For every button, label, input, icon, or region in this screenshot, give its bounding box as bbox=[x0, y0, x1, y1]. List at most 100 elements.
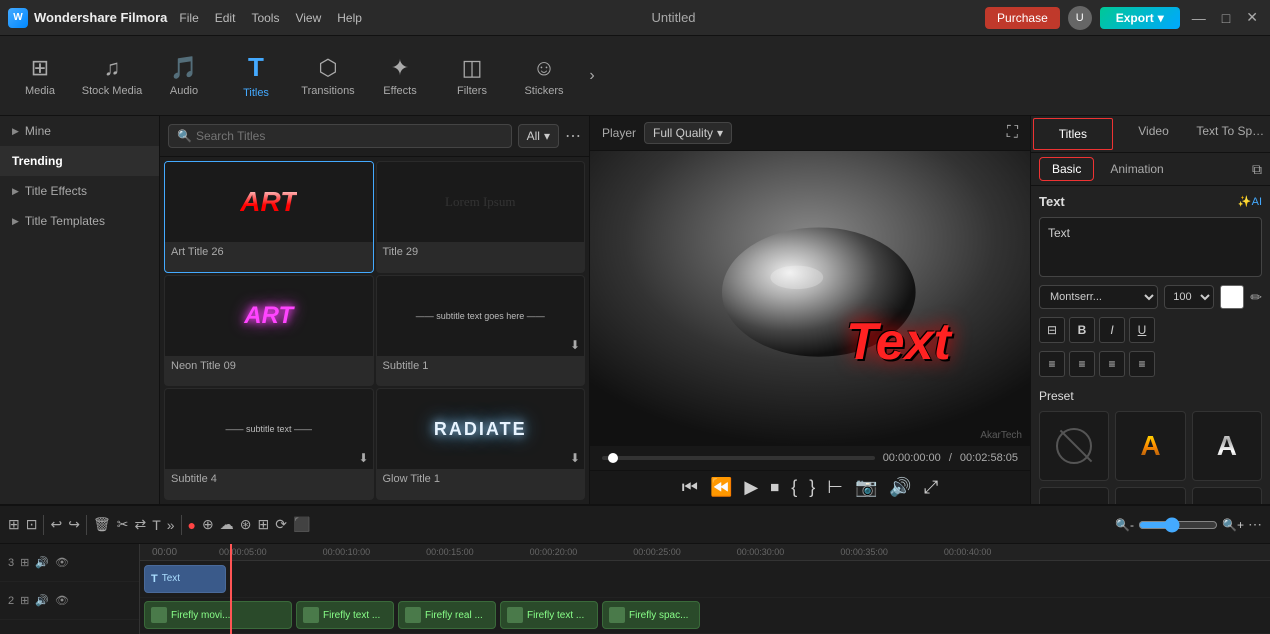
tool-effects[interactable]: ✦ Effects bbox=[364, 41, 436, 111]
preset-gold[interactable]: A bbox=[1115, 411, 1185, 481]
menu-tools[interactable]: Tools bbox=[251, 11, 279, 25]
sidebar-item-mine[interactable]: ▶ Mine bbox=[0, 116, 159, 146]
tool-titles[interactable]: T Titles bbox=[220, 41, 292, 111]
tab-text-to-speech[interactable]: Text To Spee... bbox=[1192, 116, 1270, 152]
eyedropper-button[interactable]: ✏ bbox=[1250, 289, 1262, 306]
tl-redo-button[interactable]: ↪ bbox=[68, 516, 80, 533]
tl-split-button[interactable]: ⊡ bbox=[26, 516, 38, 533]
toolbar-more[interactable]: › bbox=[580, 41, 604, 111]
search-input[interactable] bbox=[196, 129, 503, 143]
content-item-title-29[interactable]: Lorem Ipsum Title 29 bbox=[376, 161, 586, 273]
quality-select[interactable]: Full Quality ▾ bbox=[644, 122, 732, 144]
align-right-button[interactable]: ≡ bbox=[1099, 351, 1125, 377]
purchase-button[interactable]: Purchase bbox=[985, 7, 1060, 29]
clip-firefly-real[interactable]: Firefly real ... bbox=[398, 601, 496, 629]
stop-button[interactable]: ⏹ bbox=[770, 477, 779, 498]
playhead[interactable] bbox=[230, 544, 232, 634]
time-progress-bar[interactable] bbox=[602, 456, 875, 460]
preset-chrome[interactable]: A bbox=[1192, 411, 1262, 481]
tl-grid-button[interactable]: ⊞ bbox=[257, 516, 269, 533]
filter-all-button[interactable]: All ▾ bbox=[518, 124, 559, 148]
tl-speed-button[interactable]: ⊛ bbox=[240, 516, 252, 533]
tab-titles[interactable]: Titles bbox=[1033, 118, 1113, 150]
tl-cloud-button[interactable]: ☁ bbox=[220, 516, 234, 533]
tool-filters[interactable]: ◫ Filters bbox=[436, 41, 508, 111]
tl-more-button[interactable]: » bbox=[167, 517, 175, 533]
sidebar-item-trending[interactable]: Trending bbox=[0, 146, 159, 176]
italic-button[interactable]: I bbox=[1099, 317, 1125, 343]
underline-button[interactable]: U bbox=[1129, 317, 1155, 343]
close-button[interactable]: ✕ bbox=[1242, 9, 1262, 26]
copy-icon[interactable]: ⧉ bbox=[1252, 161, 1262, 178]
content-item-art-title-26[interactable]: ART Art Title 26 bbox=[164, 161, 374, 273]
clip-firefly-movi[interactable]: Firefly movi... bbox=[144, 601, 292, 629]
tl-delete-button[interactable]: 🗑 bbox=[93, 516, 111, 533]
play-button[interactable]: ▶ bbox=[744, 477, 758, 498]
track-3-audio-button[interactable]: 🔊 bbox=[35, 556, 49, 569]
tl-record-button[interactable]: ● bbox=[188, 517, 196, 533]
track-3-add-button[interactable]: ⊞ bbox=[20, 556, 29, 569]
add-to-timeline-button[interactable]: ⊢ bbox=[827, 477, 843, 498]
preset-outline[interactable]: A bbox=[1115, 487, 1185, 504]
skip-back-button[interactable]: ⏮ bbox=[682, 477, 698, 498]
snapshot-button[interactable]: 📷 bbox=[855, 477, 877, 498]
clip-firefly-text-2[interactable]: Firefly text ... bbox=[500, 601, 598, 629]
tl-undo-button[interactable]: ↩ bbox=[50, 516, 62, 533]
tl-add-track-button[interactable]: ⊞ bbox=[8, 516, 20, 533]
preset-neon[interactable]: A bbox=[1192, 487, 1262, 504]
tool-audio[interactable]: 🎵 Audio bbox=[148, 41, 220, 111]
tl-shuffle-button[interactable]: ⇄ bbox=[134, 516, 146, 533]
track-2-visibility-button[interactable]: 👁 bbox=[55, 594, 69, 607]
color-swatch[interactable] bbox=[1220, 285, 1244, 309]
ai-button[interactable]: ✨AI bbox=[1238, 195, 1262, 208]
subtab-animation[interactable]: Animation bbox=[1098, 158, 1175, 180]
subtab-basic[interactable]: Basic bbox=[1039, 157, 1094, 181]
fit-button[interactable]: ⤢ bbox=[924, 477, 938, 498]
sidebar-item-title-effects[interactable]: ▶ Title Effects bbox=[0, 176, 159, 206]
text-input[interactable]: Text bbox=[1039, 217, 1262, 277]
minimize-button[interactable]: — bbox=[1188, 10, 1210, 26]
tl-more-options[interactable]: ⋯ bbox=[1248, 516, 1262, 533]
clip-text[interactable]: T Text bbox=[144, 565, 226, 593]
preview-fullscreen-button[interactable]: ⛶ bbox=[1007, 124, 1018, 142]
preset-blue[interactable]: A bbox=[1039, 487, 1109, 504]
track-2-audio-button[interactable]: 🔊 bbox=[35, 594, 49, 607]
sidebar-item-title-templates[interactable]: ▶ Title Templates bbox=[0, 206, 159, 236]
mark-out-button[interactable]: } bbox=[809, 477, 815, 498]
bold-button[interactable]: B bbox=[1069, 317, 1095, 343]
clip-firefly-text-1[interactable]: Firefly text ... bbox=[296, 601, 394, 629]
mark-in-button[interactable]: { bbox=[791, 477, 797, 498]
track-3-visibility-button[interactable]: 👁 bbox=[55, 556, 69, 569]
maximize-button[interactable]: □ bbox=[1218, 10, 1234, 26]
tl-delete2-button[interactable]: ⬛ bbox=[293, 516, 310, 533]
tool-transitions[interactable]: ⬡ Transitions bbox=[292, 41, 364, 111]
content-item-neon-title-09[interactable]: ART Neon Title 09 bbox=[164, 275, 374, 387]
tl-cut-button[interactable]: ✂ bbox=[117, 516, 129, 533]
columns-button[interactable]: ⊟ bbox=[1039, 317, 1065, 343]
menu-edit[interactable]: Edit bbox=[215, 11, 236, 25]
tl-rotate-button[interactable]: ⟳ bbox=[275, 516, 287, 533]
tab-video[interactable]: Video bbox=[1115, 116, 1193, 152]
track-2-add-button[interactable]: ⊞ bbox=[20, 594, 29, 607]
tool-stock-media[interactable]: ♫ Stock Media bbox=[76, 41, 148, 111]
tool-media[interactable]: ⊞ Media bbox=[4, 41, 76, 111]
menu-help[interactable]: Help bbox=[337, 11, 362, 25]
font-size-select[interactable]: 100 bbox=[1164, 285, 1214, 309]
tl-text-button[interactable]: T bbox=[152, 517, 161, 533]
content-item-subtitle-1[interactable]: —— subtitle text goes here —— ⬇ Subtitle… bbox=[376, 275, 586, 387]
align-center-button[interactable]: ≡ bbox=[1069, 351, 1095, 377]
tl-blend-button[interactable]: ⊕ bbox=[202, 516, 214, 533]
step-back-button[interactable]: ⏪ bbox=[710, 477, 732, 498]
content-item-glow-title-1[interactable]: RADIATE ⬇ Glow Title 1 bbox=[376, 388, 586, 500]
zoom-slider[interactable] bbox=[1138, 517, 1218, 533]
preset-none[interactable] bbox=[1039, 411, 1109, 481]
menu-view[interactable]: View bbox=[295, 11, 321, 25]
align-left-button[interactable]: ≡ bbox=[1039, 351, 1065, 377]
avatar[interactable]: U bbox=[1068, 6, 1092, 30]
clip-firefly-spac[interactable]: Firefly spac... bbox=[602, 601, 700, 629]
menu-file[interactable]: File bbox=[179, 11, 198, 25]
audio-button[interactable]: 🔊 bbox=[889, 477, 911, 498]
tool-stickers[interactable]: ☺ Stickers bbox=[508, 41, 580, 111]
font-select[interactable]: Montserr... bbox=[1039, 285, 1158, 309]
export-button[interactable]: Export ▾ bbox=[1100, 7, 1180, 29]
